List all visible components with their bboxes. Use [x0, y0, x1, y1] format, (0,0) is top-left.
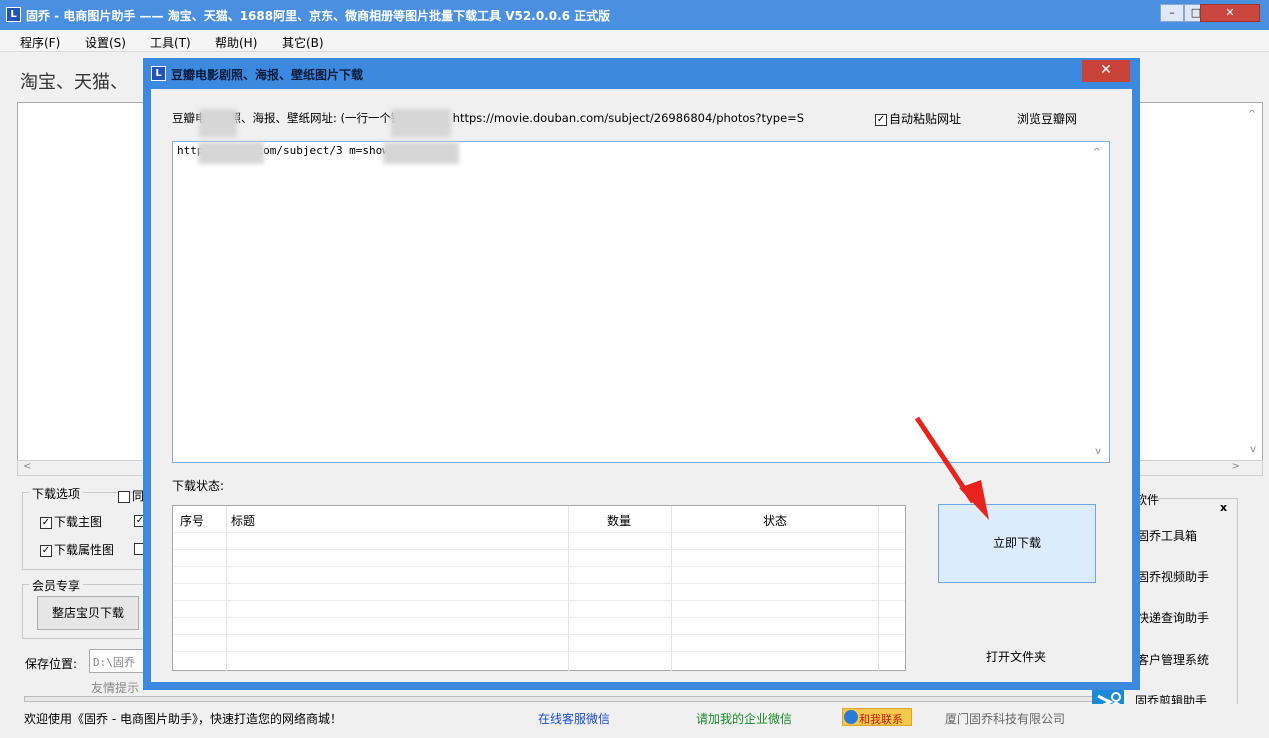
menu-tools[interactable]: 工具(T)	[150, 34, 191, 51]
checkbox-checked[interactable]: ✓	[40, 544, 52, 557]
member-label: 会员专享	[29, 577, 84, 594]
software-item-crm[interactable]: 客户管理系统	[1137, 651, 1209, 668]
company-name: 厦门固乔科技有限公司	[945, 712, 1066, 726]
contact-avatar-icon	[844, 710, 858, 724]
close-button[interactable]: ✕	[1200, 4, 1260, 22]
douban-download-dialog: L 豆瓣电影剧照、海报、壁纸图片下载 ✕ 豆瓣电影剧照、海报、壁纸网址: (一行…	[143, 58, 1140, 690]
status-table-header	[173, 506, 905, 532]
scroll-right-icon[interactable]: >	[1232, 461, 1240, 472]
window-title: 固乔 - 电商图片助手 —— 淘宝、天猫、1688阿里、京东、微商相册等图片批量…	[26, 9, 611, 23]
dialog-close-button[interactable]: ✕	[1082, 60, 1130, 82]
minimize-button[interactable]: –	[1160, 4, 1184, 22]
menu-program[interactable]: 程序(F)	[20, 34, 60, 51]
auto-paste-checkbox[interactable]: ✓ 自动粘贴网址	[875, 110, 961, 127]
open-folder-link[interactable]: 打开文件夹	[986, 648, 1046, 665]
checkbox-checked[interactable]: ✓	[875, 113, 887, 126]
col-status: 状态	[763, 514, 788, 528]
checkbox-checked[interactable]: ✓	[40, 516, 52, 529]
software-item-video[interactable]: 固乔视频助手	[1137, 568, 1209, 585]
browse-douban-link[interactable]: 浏览豆瓣网	[1017, 110, 1077, 127]
scroll-left-icon[interactable]: <	[23, 461, 31, 472]
blur-mask	[198, 142, 264, 164]
download-status-label: 下载状态:	[172, 479, 225, 493]
col-index: 序号	[180, 514, 205, 528]
status-table: 序号 标题 数量 状态	[172, 505, 906, 671]
col-count: 数量	[607, 514, 632, 528]
dialog-app-icon: L	[151, 66, 166, 81]
scroll-down-icon[interactable]: v	[1250, 444, 1256, 455]
menu-settings[interactable]: 设置(S)	[85, 34, 126, 51]
option-main-image[interactable]: ✓ 下载主图	[40, 513, 102, 530]
blur-mask	[391, 109, 451, 137]
option-attr-image[interactable]: ✓ 下载属性图	[40, 541, 114, 558]
main-title-bar: L 固乔 - 电商图片助手 —— 淘宝、天猫、1688阿里、京东、微商相册等图片…	[0, 0, 1269, 30]
shop-download-button[interactable]: 整店宝贝下载	[37, 596, 139, 630]
menu-help[interactable]: 帮助(H)	[215, 34, 257, 51]
dialog-title: 豆瓣电影剧照、海报、壁纸图片下载	[171, 68, 364, 82]
wechat-link[interactable]: 请加我的企业微信	[696, 710, 792, 727]
close-icon[interactable]: x	[1220, 501, 1227, 514]
scroll-up-icon[interactable]: ^	[1248, 109, 1256, 120]
download-options-label: 下载选项	[29, 485, 84, 502]
blur-mask	[199, 109, 237, 137]
annotation-arrow-icon	[914, 416, 989, 520]
checkbox[interactable]	[118, 490, 130, 503]
app-icon: L	[6, 7, 21, 22]
dialog-title-bar: L 豆瓣电影剧照、海报、壁纸图片下载 ✕	[143, 58, 1140, 88]
dialog-body: 豆瓣电影剧照、海报、壁纸网址: (一行一个链接) 示例: https://mov…	[151, 89, 1132, 682]
scroll-up-icon[interactable]: ^	[1093, 147, 1101, 158]
software-item-toolbox[interactable]: 固乔工具箱	[1137, 527, 1197, 544]
url-label: 豆瓣电影剧照、海报、壁纸网址: (一行一个链接) 示例: https://mov…	[172, 111, 805, 125]
option-partial[interactable]: 同	[118, 487, 144, 504]
welcome-text: 欢迎使用《固乔 - 电商图片助手》，快速打造您的网络商城！	[24, 712, 342, 726]
save-path-input[interactable]: D:\固乔	[89, 649, 149, 673]
progress-bar	[24, 696, 1094, 702]
status-bar: 欢迎使用《固乔 - 电商图片助手》，快速打造您的网络商城！ 在线客服微信 请加我…	[0, 704, 1269, 738]
option-main-image-label: 下载主图	[54, 515, 103, 529]
option-attr-image-label: 下载属性图	[54, 543, 115, 557]
menu-other[interactable]: 其它(B)	[282, 34, 324, 51]
auto-paste-label: 自动粘贴网址	[889, 112, 962, 126]
blur-mask	[383, 142, 459, 164]
support-link[interactable]: 在线客服微信	[538, 710, 610, 727]
software-item-express[interactable]: 快递查询助手	[1137, 609, 1209, 626]
save-location-label: 保存位置:	[25, 657, 78, 671]
scroll-down-icon[interactable]: v	[1095, 446, 1101, 457]
menu-bar: 程序(F) 设置(S) 工具(T) 帮助(H) 其它(B)	[0, 30, 1269, 52]
tip-text: 友情提示	[91, 681, 140, 695]
col-title: 标题	[231, 514, 256, 528]
main-heading: 淘宝、天猫、	[20, 72, 128, 93]
